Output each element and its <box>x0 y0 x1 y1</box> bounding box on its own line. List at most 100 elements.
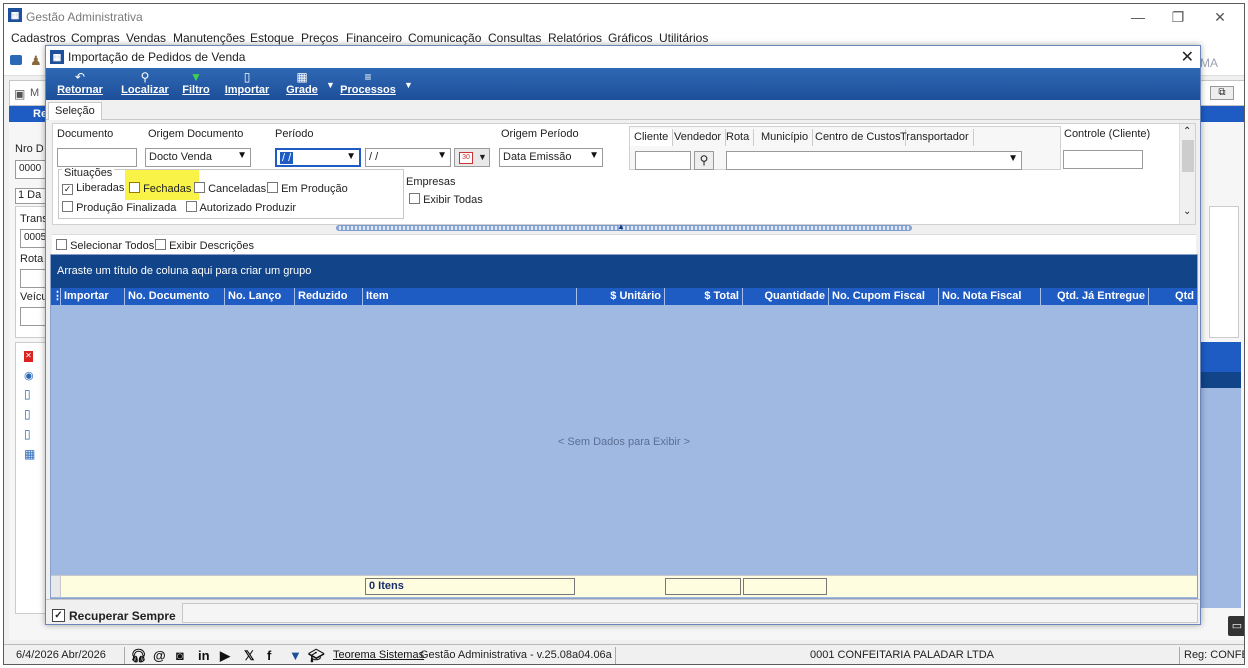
column-chooser-icon[interactable]: ⋮ <box>51 288 61 305</box>
producao-finalizada-checkbox[interactable]: Produção Finalizada <box>62 201 176 214</box>
checkbox-empty-icon <box>56 239 67 250</box>
instagram-icon[interactable]: ◙ <box>176 648 184 663</box>
linkedin-icon[interactable]: in <box>198 648 210 663</box>
importar-button[interactable]: ▯ Importar <box>222 70 272 98</box>
tab-municipio[interactable]: Município <box>757 129 814 146</box>
teorema-link[interactable]: Teorema Sistemas <box>333 649 424 661</box>
col-item[interactable]: Item <box>363 288 577 305</box>
tab-selecao[interactable]: Seleção <box>48 102 102 120</box>
grade-dropdown-icon[interactable]: ▼ <box>326 80 335 90</box>
menu-cadastros[interactable]: Cadastros <box>11 31 66 45</box>
periodo-inicio-date[interactable]: / / ▼ <box>275 148 361 167</box>
col-no-cupom-fiscal[interactable]: No. Cupom Fiscal <box>829 288 939 305</box>
col-reduzido[interactable]: Reduzido <box>295 288 363 305</box>
selecionar-todos-checkbox[interactable]: Selecionar Todos <box>56 239 154 252</box>
email-icon[interactable]: @ <box>153 648 166 663</box>
tab-centro-custos[interactable]: Centro de Custos <box>811 129 906 146</box>
processos-button[interactable]: ≡ Processos <box>340 70 396 98</box>
cliente-search-button[interactable]: ⚲ <box>694 151 714 170</box>
youtube-icon[interactable]: ▶ <box>220 648 230 664</box>
panel-splitter[interactable]: ▲ <box>336 222 912 231</box>
em-producao-checkbox[interactable]: Em Produção <box>267 182 348 195</box>
documento-input[interactable] <box>57 148 137 167</box>
menu-precos[interactable]: Preços <box>301 31 338 45</box>
menu-comunicacao[interactable]: Comunicação <box>408 31 481 45</box>
cliente-select[interactable]: ▼ <box>726 151 1022 170</box>
grade-button[interactable]: ▦ Grade <box>284 70 320 98</box>
chat-icon[interactable]: ▭ <box>1228 616 1244 636</box>
col-no-lanco[interactable]: No. Lanço <box>225 288 295 305</box>
status-separator <box>124 647 125 664</box>
x-icon[interactable]: 𝕏 <box>244 648 254 664</box>
menu-graficos[interactable]: Gráficos <box>608 31 653 45</box>
status-reg: Reg: CONFE <box>1184 649 1245 661</box>
headset-icon[interactable]: 🎧︎ <box>130 648 147 664</box>
tab-cliente[interactable]: Cliente <box>630 129 674 146</box>
menu-utilitarios[interactable]: Utilitários <box>659 31 708 45</box>
origem-documento-select[interactable]: Docto Venda ▼ <box>145 148 251 167</box>
bg-restore-button[interactable]: ⧉ <box>1210 86 1234 100</box>
tab-rota[interactable]: Rota <box>722 129 755 146</box>
col-total[interactable]: $ Total <box>665 288 743 305</box>
col-quantidade[interactable]: Quantidade <box>743 288 829 305</box>
menu-financeiro[interactable]: Financeiro <box>346 31 402 45</box>
graduation-cap-icon[interactable]: 🎓︎ <box>308 648 325 664</box>
col-no-nota-fiscal[interactable]: No. Nota Fiscal <box>939 288 1041 305</box>
folder-icon[interactable] <box>10 55 22 65</box>
retornar-button[interactable]: ↶ Retornar <box>54 70 106 98</box>
recuperar-sempre-checkbox[interactable]: ✓ Recuperar Sempre <box>50 604 180 624</box>
dialog-close-button[interactable]: ✕ <box>1181 47 1194 67</box>
menu-consultas[interactable]: Consultas <box>488 31 541 45</box>
menu-compras[interactable]: Compras <box>71 31 120 45</box>
controle-cliente-input[interactable] <box>1063 150 1143 169</box>
grid-icon[interactable]: ▦ <box>24 447 35 461</box>
liberadas-label: Liberadas <box>76 182 125 194</box>
collapse-arrow-icon[interactable]: ▲ <box>617 222 625 231</box>
grid-body[interactable]: < Sem Dados para Exibir > <box>51 305 1197 575</box>
filtro-button[interactable]: ▼ Filtro <box>180 70 212 98</box>
cliente-code-input[interactable] <box>635 151 691 170</box>
calendar-button[interactable]: 30 ▼ <box>454 148 490 167</box>
delete-icon[interactable]: ✕ <box>24 351 33 362</box>
col-qtd-ja-entregue[interactable]: Qtd. Já Entregue <box>1041 288 1149 305</box>
filter-scrollbar[interactable]: ⌃ ⌄ <box>1179 124 1195 224</box>
col-unitario[interactable]: $ Unitário <box>577 288 665 305</box>
facebook-icon[interactable]: f <box>267 648 271 663</box>
doc-add-icon[interactable]: ▯ <box>24 407 31 421</box>
chevron-up-icon[interactable]: ⌃ <box>1183 126 1191 137</box>
col-importar[interactable]: Importar <box>61 288 125 305</box>
people-icon[interactable]: ♟ <box>30 53 42 69</box>
chevron-down-icon[interactable]: ⌄ <box>1183 206 1191 217</box>
exibir-todas-checkbox[interactable]: Exibir Todas <box>409 193 483 206</box>
db-icon[interactable]: ◉ <box>24 369 34 382</box>
menu-estoque[interactable]: Estoque <box>250 31 294 45</box>
canceladas-checkbox[interactable]: Canceladas <box>194 182 266 195</box>
doc-icon[interactable]: ▯ <box>24 387 31 401</box>
chevron-down-icon: ▼ <box>237 150 247 161</box>
teorema-logo-icon: ▼ <box>289 648 302 663</box>
menu-vendas[interactable]: Vendas <box>126 31 166 45</box>
processos-dropdown-icon[interactable]: ▼ <box>404 80 413 90</box>
autorizado-produzir-checkbox[interactable]: Autorizado Produzir <box>186 201 296 214</box>
menu-manutencoes[interactable]: Manutenções <box>173 31 245 45</box>
tab-transportador[interactable]: Transportador <box>896 129 974 146</box>
scroll-thumb[interactable] <box>1182 140 1194 172</box>
fechadas-checkbox[interactable]: Fechadas <box>129 182 191 195</box>
col-qtd[interactable]: Qtd <box>1149 288 1197 305</box>
maximize-button[interactable]: ❐ <box>1158 6 1198 28</box>
autorizado-produzir-label: Autorizado Produzir <box>199 202 297 214</box>
exibir-descricoes-checkbox[interactable]: Exibir Descrições <box>155 239 254 252</box>
liberadas-checkbox[interactable]: ✓ Liberadas <box>62 182 124 195</box>
menu-relatorios[interactable]: Relatórios <box>548 31 602 45</box>
periodo-fim-date[interactable]: / / ▼ <box>365 148 451 167</box>
processos-label: Processos <box>340 84 396 96</box>
group-by-panel[interactable]: Arraste um título de coluna aqui para cr… <box>51 255 1197 288</box>
minimize-button[interactable]: — <box>1118 6 1158 28</box>
col-no-documento[interactable]: No. Documento <box>125 288 225 305</box>
localizar-button[interactable]: ⚲ Localizar <box>120 70 170 98</box>
tab-vendedor[interactable]: Vendedor <box>670 129 727 146</box>
origem-periodo-select[interactable]: Data Emissão ▼ <box>499 148 603 167</box>
chevron-down-icon: ▼ <box>437 150 447 161</box>
doc-edit-icon[interactable]: ▯ <box>24 427 31 441</box>
close-button[interactable]: ✕ <box>1200 6 1240 28</box>
